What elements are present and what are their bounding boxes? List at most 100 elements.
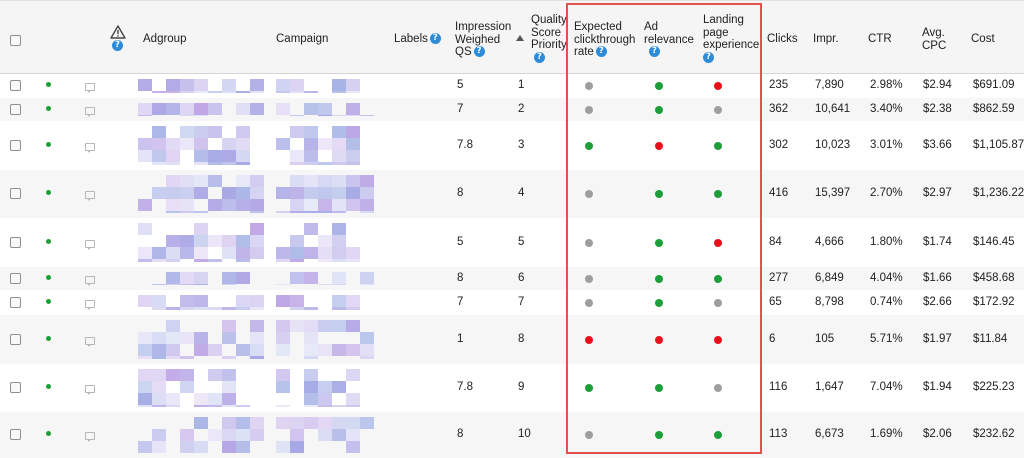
- table-row[interactable]: 8 10 113 6,673 1.69% $2.06 $232.62: [0, 412, 1024, 458]
- table-row[interactable]: 8 4 416 15,397 2.70% $2.97 $1,236.22: [0, 170, 1024, 218]
- campaign-name-blurred[interactable]: [276, 320, 374, 359]
- table-row[interactable]: 5 1 235 7,890 2.98% $2.94 $691.09: [0, 74, 1024, 98]
- impr-cell: 6,673: [815, 428, 844, 440]
- adgroup-name-blurred[interactable]: [138, 126, 250, 165]
- campaign-name-blurred[interactable]: [276, 272, 374, 285]
- row-checkbox[interactable]: [10, 188, 21, 199]
- row-checkbox[interactable]: [10, 273, 21, 284]
- campaign-name-blurred[interactable]: [276, 417, 374, 453]
- labels-help-icon[interactable]: ?: [429, 33, 441, 45]
- adgroup-name-blurred[interactable]: [138, 417, 264, 453]
- ctr-cell: 3.40%: [870, 103, 903, 115]
- comment-icon[interactable]: [85, 385, 95, 395]
- row-checkbox[interactable]: [10, 297, 21, 308]
- warning-triangle-icon: [110, 25, 126, 39]
- cost-cell: $225.23: [973, 381, 1015, 393]
- clicks-cell: 6: [769, 333, 776, 345]
- priority-cell: 5: [518, 236, 525, 248]
- avg-cpc-cell: $2.66: [923, 296, 952, 308]
- landing-page-indicator: [714, 239, 722, 247]
- warning-help-icon[interactable]: ?: [112, 40, 123, 51]
- status-dot: [46, 336, 51, 341]
- impression-qs-help-icon[interactable]: ?: [473, 46, 485, 58]
- row-checkbox[interactable]: [10, 140, 21, 151]
- adgroup-name-blurred[interactable]: [138, 79, 264, 93]
- adgroup-name-blurred[interactable]: [138, 320, 264, 359]
- adgroup-name-blurred[interactable]: [138, 295, 264, 310]
- adgroup-name-blurred[interactable]: [138, 369, 250, 407]
- header-landing-page-line3: experience: [703, 39, 760, 51]
- row-checkbox[interactable]: [10, 429, 21, 440]
- quality-priority-help-icon[interactable]: ?: [534, 51, 545, 63]
- campaign-name-blurred[interactable]: [276, 223, 360, 262]
- table-row[interactable]: 7 7 65 8,798 0.74% $2.66 $172.92: [0, 290, 1024, 315]
- table-row[interactable]: 8 6 277 6,849 4.04% $1.66 $458.68: [0, 267, 1024, 290]
- header-impression-qs-line2: Weighed: [455, 33, 501, 46]
- comment-icon[interactable]: [85, 337, 95, 347]
- adgroup-name-blurred[interactable]: [138, 272, 250, 285]
- ad-relevance-indicator: [655, 82, 663, 90]
- header-labels[interactable]: Labels?: [394, 33, 441, 46]
- comment-icon[interactable]: [85, 276, 95, 286]
- campaign-name-blurred[interactable]: [276, 126, 360, 165]
- header-ctr[interactable]: CTR: [868, 33, 892, 46]
- row-checkbox[interactable]: [10, 382, 21, 393]
- header-landing-page[interactable]: Landing page experience ?: [703, 14, 759, 64]
- campaign-name-blurred[interactable]: [276, 79, 360, 93]
- ad-relevance-indicator: [655, 190, 663, 198]
- header-impr[interactable]: Impr.: [813, 33, 839, 46]
- comment-icon[interactable]: [85, 143, 95, 153]
- row-checkbox[interactable]: [10, 334, 21, 345]
- header-impression-qs[interactable]: Impression Weighed QS?: [455, 21, 511, 59]
- row-checkbox[interactable]: [10, 104, 21, 115]
- header-avg-cpc[interactable]: Avg. CPC: [922, 27, 946, 52]
- sort-ascending-icon[interactable]: [516, 35, 524, 41]
- ad-relevance-indicator: [655, 239, 663, 247]
- select-all-checkbox[interactable]: [10, 35, 21, 46]
- campaign-name-blurred[interactable]: [276, 175, 374, 213]
- landing-page-indicator: [714, 299, 722, 307]
- header-ad-relevance[interactable]: Ad relevance ?: [644, 21, 694, 59]
- ad-relevance-indicator: [655, 336, 663, 344]
- cost-cell: $11.84: [973, 333, 1008, 345]
- expected-ctr-indicator: [585, 431, 593, 439]
- expected-ctr-indicator: [585, 384, 593, 392]
- header-avg-cpc-line2: CPC: [922, 39, 947, 52]
- header-adgroup[interactable]: Adgroup: [143, 33, 186, 46]
- campaign-name-blurred[interactable]: [276, 103, 374, 116]
- impr-cell: 10,023: [815, 139, 851, 151]
- header-cost[interactable]: Cost: [971, 33, 995, 46]
- comment-icon[interactable]: [85, 432, 95, 442]
- campaign-name-blurred[interactable]: [276, 295, 360, 310]
- comment-icon[interactable]: [85, 300, 95, 310]
- campaign-name-blurred[interactable]: [276, 369, 360, 407]
- table-row[interactable]: 1 8 6 105 5.71% $1.97 $11.84: [0, 315, 1024, 364]
- table-row[interactable]: 5 5 84 4,666 1.80% $1.74 $146.45: [0, 218, 1024, 267]
- row-checkbox[interactable]: [10, 237, 21, 248]
- table-row[interactable]: 7.8 3 302 10,023 3.01% $3.66 $1,105.87: [0, 121, 1024, 170]
- adgroup-name-blurred[interactable]: [138, 223, 264, 262]
- row-checkbox[interactable]: [10, 80, 21, 91]
- comment-icon[interactable]: [85, 240, 95, 250]
- header-campaign[interactable]: Campaign: [276, 33, 328, 46]
- expected-ctr-indicator: [585, 336, 593, 344]
- table-row[interactable]: 7.8 9 116 1,647 7.04% $1.94 $225.23: [0, 364, 1024, 412]
- comment-icon[interactable]: [85, 191, 95, 201]
- clicks-cell: 65: [769, 296, 782, 308]
- ctr-cell: 1.80%: [870, 236, 903, 248]
- header-expected-ctr[interactable]: Expected clickthrough rate?: [574, 21, 635, 59]
- expected-ctr-help-icon[interactable]: ?: [595, 46, 607, 58]
- impression-qs-cell: 1: [457, 333, 464, 345]
- ad-relevance-help-icon[interactable]: ?: [649, 46, 660, 58]
- header-clicks[interactable]: Clicks: [767, 33, 798, 46]
- header-landing-page-line1: Landing: [703, 14, 744, 26]
- comment-icon[interactable]: [85, 83, 95, 93]
- impr-cell: 7,890: [815, 79, 844, 91]
- ctr-cell: 3.01%: [870, 139, 903, 151]
- adgroup-name-blurred[interactable]: [138, 175, 264, 213]
- adgroup-name-blurred[interactable]: [138, 103, 264, 116]
- comment-icon[interactable]: [85, 107, 95, 117]
- header-quality-priority[interactable]: Quality Score Priority ?: [531, 14, 567, 64]
- landing-page-help-icon[interactable]: ?: [703, 51, 714, 63]
- table-row[interactable]: 7 2 362 10,641 3.40% $2.38 $862.59: [0, 98, 1024, 121]
